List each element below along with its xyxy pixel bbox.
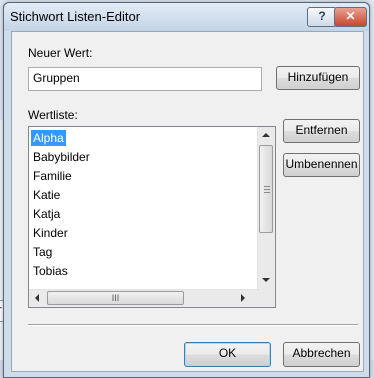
- list-item[interactable]: Katie: [31, 186, 247, 205]
- grip-line: [264, 189, 270, 190]
- list-item[interactable]: Tobias: [31, 262, 247, 281]
- help-icon: ?: [318, 9, 326, 23]
- horizontal-scrollbar[interactable]: III: [29, 289, 259, 307]
- new-value-label: Neuer Wert:: [28, 46, 93, 60]
- close-button[interactable]: ✕: [334, 7, 367, 27]
- value-list[interactable]: Alpha Babybilder Familie Katie Katja Kin…: [28, 126, 276, 308]
- grip-line: [264, 192, 270, 193]
- list-item-label: Babybilder: [33, 150, 90, 164]
- add-button[interactable]: Hinzufügen: [276, 66, 360, 90]
- rename-button[interactable]: Umbenennen: [283, 153, 360, 177]
- cancel-button[interactable]: Abbrechen: [283, 342, 360, 367]
- list-item-label: Alpha: [31, 130, 66, 146]
- scroll-up-icon[interactable]: [262, 133, 270, 137]
- list-item[interactable]: Alpha: [31, 129, 247, 148]
- scrollbar-corner: [258, 290, 275, 307]
- scroll-grip-icon: III: [111, 293, 120, 303]
- dialog-client-area: Neuer Wert: Gruppen Hinzufügen Wertliste…: [11, 31, 364, 372]
- list-item[interactable]: Familie: [31, 167, 247, 186]
- vertical-scrollbar[interactable]: [257, 127, 275, 290]
- help-button[interactable]: ?: [307, 7, 337, 27]
- list-item-label: Katie: [33, 188, 61, 202]
- list-item[interactable]: Tag: [31, 243, 247, 262]
- list-item-label: Tag: [33, 245, 53, 259]
- scroll-right-icon[interactable]: [241, 294, 245, 302]
- list-item-label: Familie: [33, 169, 72, 183]
- window-title: Stichwort Listen-Editor: [10, 9, 141, 24]
- new-value-input[interactable]: Gruppen: [28, 67, 262, 91]
- value-list-items: Alpha Babybilder Familie Katie Katja Kin…: [31, 129, 247, 281]
- scroll-left-icon[interactable]: [35, 294, 39, 302]
- footer-separator: [28, 324, 358, 326]
- list-item-label: Tobias: [33, 264, 68, 278]
- list-item-label: Kinder: [33, 226, 68, 240]
- list-item-label: Katja: [33, 207, 61, 221]
- remove-button[interactable]: Entfernen: [283, 119, 360, 143]
- list-item[interactable]: Katja: [31, 205, 247, 224]
- title-bar: Stichwort Listen-Editor ? ✕: [4, 3, 369, 31]
- close-icon: ✕: [345, 9, 356, 23]
- ok-button[interactable]: OK: [184, 342, 271, 367]
- vertical-scroll-thumb[interactable]: [259, 145, 273, 233]
- list-item[interactable]: Kinder: [31, 224, 247, 243]
- dialog-window: Stichwort Listen-Editor ? ✕ Neuer Wert: …: [3, 2, 370, 378]
- value-list-label: Wertliste:: [28, 108, 78, 122]
- scroll-down-icon[interactable]: [262, 278, 270, 282]
- list-item[interactable]: Babybilder: [31, 148, 247, 167]
- horizontal-scroll-thumb[interactable]: III: [47, 291, 184, 305]
- grip-line: [264, 186, 270, 187]
